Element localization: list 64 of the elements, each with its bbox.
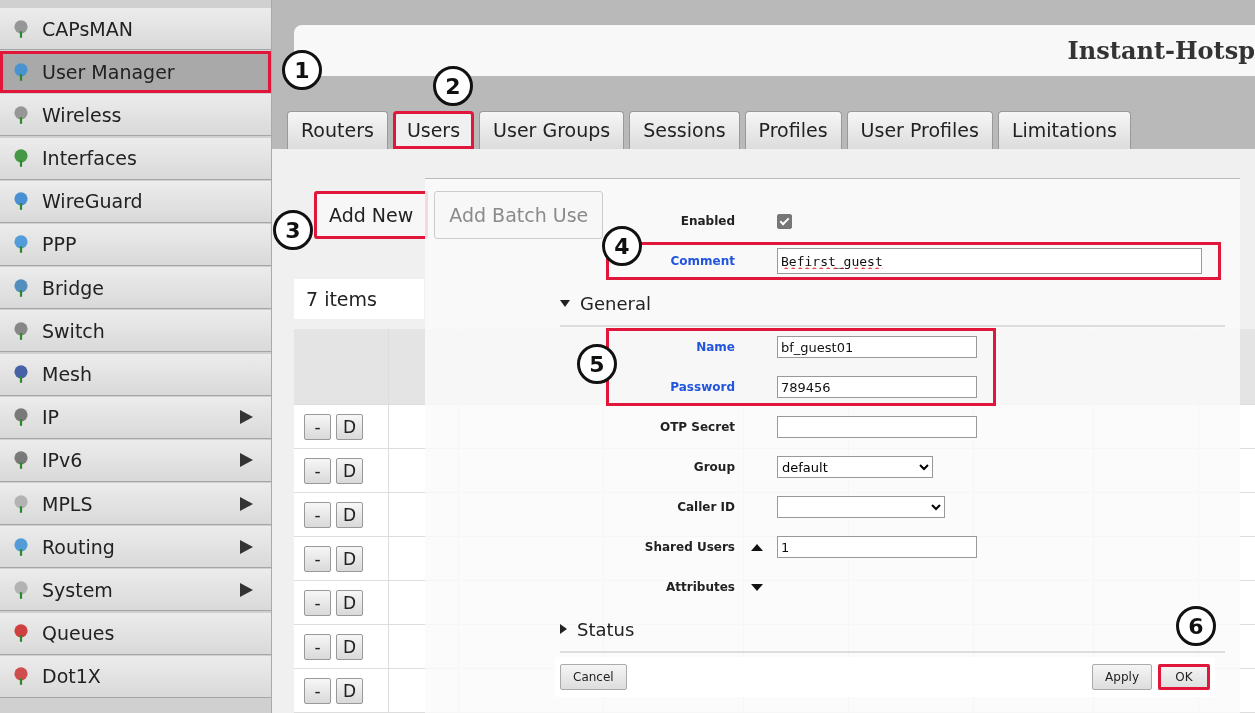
field-label: Attributes [665,580,735,594]
sidebar-item[interactable]: IP [0,396,271,439]
disable-button[interactable]: D [336,677,363,704]
sidebar-item[interactable]: Switch [0,310,271,353]
field-label: Caller ID [676,500,735,514]
disable-button[interactable]: D [336,589,363,616]
tab[interactable]: Limitations [997,110,1131,149]
remove-button[interactable]: - [304,589,331,616]
sidebar-item[interactable]: Queues [0,612,271,655]
remove-button[interactable]: - [304,545,331,572]
dropdown[interactable]: default [777,456,933,478]
tab[interactable]: User Profiles [846,110,993,149]
tab[interactable]: User Groups [479,110,625,149]
sidebar-item[interactable]: System [0,569,271,612]
disable-button[interactable]: D [336,501,363,528]
item-count: 7 items [294,279,424,319]
dropdown[interactable] [777,496,945,518]
sidebar-item[interactable]: Bridge [0,267,271,310]
page-title: Instant-Hotsp [1067,35,1255,65]
input-field[interactable]: bf_guest01 [777,336,977,358]
input-field[interactable]: 1 [777,536,977,558]
disable-button[interactable]: D [336,457,363,484]
tab[interactable]: Users [392,110,475,149]
sidebar-item[interactable]: PPP [0,223,271,266]
tab[interactable]: Profiles [744,110,842,149]
step-number: 1 [282,50,322,90]
sidebar-item[interactable]: IPv6 [0,439,271,482]
disable-button[interactable]: D [336,633,363,660]
tab[interactable]: Sessions [629,110,740,149]
sidebar-item[interactable]: Mesh [0,353,271,396]
sidebar-item[interactable]: Dot1X [0,655,271,698]
dialog-button[interactable]: Apply [1092,664,1152,690]
toggle-icon[interactable] [751,583,763,591]
sidebar-item[interactable]: Wireless [0,94,271,137]
remove-button[interactable]: - [304,413,331,440]
input-field[interactable] [777,416,977,438]
disable-button[interactable]: D [336,413,363,440]
input-field[interactable]: 789456 [777,376,977,398]
remove-button[interactable]: - [304,457,331,484]
toggle-icon[interactable] [751,543,763,551]
sidebar-item[interactable]: MPLS [0,483,271,526]
field-label: Comment [669,254,735,268]
sidebar-item[interactable]: Routing [0,526,271,569]
step-number: 2 [433,66,473,106]
sidebar-item[interactable]: Interfaces [0,137,271,180]
field-label: Group [692,460,735,474]
dialog-button[interactable]: OK [1158,664,1210,690]
comment-field[interactable]: Befirst_guest [777,248,1202,274]
field-label: Password [669,380,735,394]
sidebar-item[interactable]: WireGuard [0,180,271,223]
tab[interactable]: Routers [287,110,388,149]
field-label: Name [695,340,735,354]
remove-button[interactable]: - [304,677,331,704]
disable-button[interactable]: D [336,545,363,572]
sidebar-item[interactable]: CAPsMAN [0,8,271,50]
remove-button[interactable]: - [304,501,331,528]
field-label: OTP Secret [658,420,735,434]
field-label: Shared Users [643,540,735,554]
field-label: Enabled [679,214,735,228]
section-header[interactable]: General [560,281,1225,327]
remove-button[interactable]: - [304,633,331,660]
dialog-button[interactable]: Cancel [560,664,627,690]
sidebar-item[interactable]: User Manager [0,51,271,94]
enabled-checkbox[interactable] [777,213,792,229]
